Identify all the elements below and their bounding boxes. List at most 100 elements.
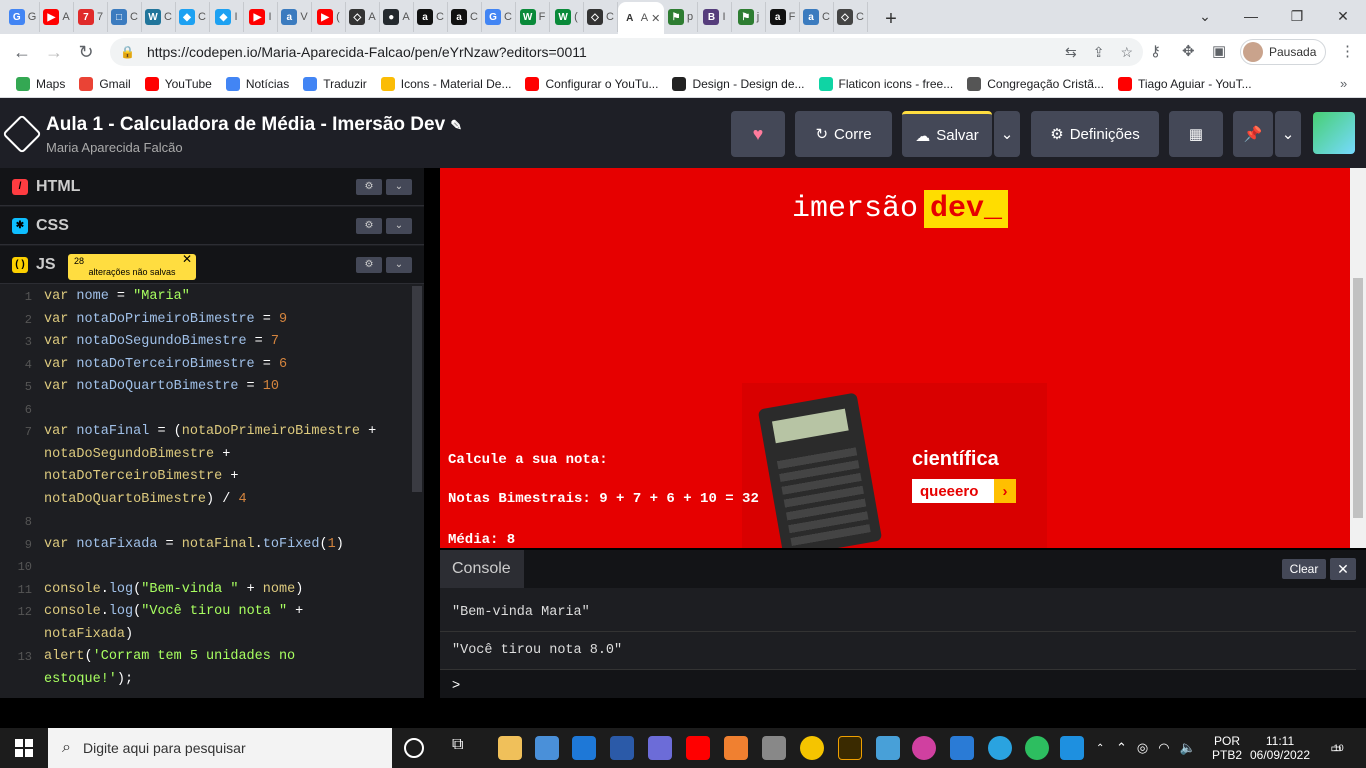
- browser-tab[interactable]: aC: [448, 2, 482, 32]
- chrome-profile-icon[interactable]: [800, 736, 824, 760]
- mail-icon[interactable]: [572, 736, 596, 760]
- js-settings-gear-icon[interactable]: ⚙: [356, 256, 382, 273]
- reload-icon[interactable]: ↻: [70, 36, 102, 68]
- browser-tab[interactable]: A A ✕: [618, 2, 664, 34]
- browser-tab[interactable]: ◇ A: [346, 2, 380, 32]
- tray-sync-icon[interactable]: ◎: [1137, 740, 1148, 756]
- language-indicator[interactable]: POR PTB2: [1212, 728, 1242, 768]
- settings-button[interactable]: ⚙ Definições: [1031, 111, 1159, 157]
- browser-tab[interactable]: aV: [278, 2, 312, 32]
- browser-tab[interactable]: ◇ C: [834, 2, 868, 32]
- menu-kebab-icon[interactable]: ⋮: [1340, 42, 1355, 60]
- browser-tab[interactable]: ◆ I: [210, 2, 244, 32]
- js-collapse-chevron-icon[interactable]: ⌄: [386, 256, 412, 273]
- url-text[interactable]: https://codepen.io/Maria-Aparecida-Falca…: [147, 44, 587, 60]
- paint-icon[interactable]: [648, 736, 672, 760]
- fs-icon[interactable]: [838, 736, 862, 760]
- browser-tab[interactable]: ◇ C: [584, 2, 618, 32]
- bookmark-star-icon[interactable]: ☆: [1120, 44, 1133, 61]
- bookmark-item[interactable]: Flaticon icons - free...: [818, 76, 953, 91]
- love-button[interactable]: ♥: [731, 111, 785, 157]
- browser-tab[interactable]: BI: [698, 2, 732, 32]
- js-panel-header[interactable]: ( ) JS ⚙ ⌄: [0, 246, 424, 284]
- html-settings-gear-icon[interactable]: ⚙: [356, 178, 382, 195]
- taskbar-search[interactable]: ⌕ Digite aqui para pesquisar: [48, 728, 392, 768]
- telegram-icon[interactable]: [988, 736, 1012, 760]
- browser-tab[interactable]: ▶ I: [244, 2, 278, 32]
- css-collapse-chevron-icon[interactable]: ⌄: [386, 217, 412, 234]
- ad-button[interactable]: queeero ›: [912, 479, 1016, 503]
- evernote-icon[interactable]: [1025, 736, 1049, 760]
- translate-icon[interactable]: ⇆: [1065, 44, 1077, 61]
- browser-tab[interactable]: ⚑ p: [664, 2, 698, 32]
- bookmark-item[interactable]: Tiago Aguiar - YouT...: [1117, 76, 1252, 91]
- layout-button[interactable]: ▦: [1169, 111, 1223, 157]
- codepen-logo-icon[interactable]: [2, 114, 42, 154]
- bookmark-item[interactable]: Icons - Material De...: [380, 76, 511, 91]
- editor-scrollbar[interactable]: [412, 286, 422, 492]
- html-collapse-chevron-icon[interactable]: ⌄: [386, 178, 412, 195]
- user-avatar[interactable]: [1313, 112, 1355, 154]
- save-button[interactable]: ☁ Salvar: [902, 111, 992, 157]
- share-icon[interactable]: ⇪: [1093, 44, 1105, 61]
- github-desktop-icon[interactable]: [610, 736, 634, 760]
- css-settings-gear-icon[interactable]: ⚙: [356, 217, 382, 234]
- bookmark-item[interactable]: Design - Design de...: [672, 76, 805, 91]
- edit-pencil-icon[interactable]: ✎: [450, 117, 462, 133]
- youtube-icon[interactable]: [686, 736, 710, 760]
- browser-tab[interactable]: ⚑ j: [732, 2, 766, 32]
- close-console-icon[interactable]: ✕: [1330, 558, 1356, 580]
- bookmark-item[interactable]: YouTube: [144, 76, 212, 91]
- back-icon[interactable]: ←: [6, 36, 38, 68]
- clear-button[interactable]: Clear: [1282, 559, 1326, 579]
- new-tab-icon[interactable]: +: [876, 4, 906, 34]
- browser-tab[interactable]: GG: [6, 2, 40, 32]
- browser-tab[interactable]: 77: [74, 2, 108, 32]
- pin-button[interactable]: 📌: [1233, 111, 1273, 157]
- omnibox[interactable]: 🔒 https://codepen.io/Maria-Aparecida-Fal…: [110, 38, 1143, 66]
- preview-scrollbar[interactable]: [1350, 168, 1366, 548]
- volume-icon[interactable]: 🔈: [1180, 740, 1196, 756]
- network-app-icon[interactable]: [950, 736, 974, 760]
- notifications-icon[interactable]: ▭ 10: [1322, 728, 1352, 768]
- browser-tab[interactable]: ● A: [380, 2, 414, 32]
- browser-tab[interactable]: W(: [550, 2, 584, 32]
- bookmark-item[interactable]: Notícias: [225, 76, 289, 91]
- close-tab-icon[interactable]: ✕: [651, 12, 660, 25]
- minimize-button[interactable]: —: [1228, 0, 1274, 32]
- bookmark-item[interactable]: Configurar o YouTu...: [525, 76, 658, 91]
- html-panel-header[interactable]: / HTML ⚙ ⌄: [0, 168, 424, 206]
- tab-search-icon[interactable]: ⌄: [1182, 0, 1228, 32]
- key-icon[interactable]: ⚷: [1150, 42, 1161, 60]
- restore-button[interactable]: ❐: [1274, 0, 1320, 32]
- vscode-icon[interactable]: [1060, 736, 1084, 760]
- console-tab[interactable]: Console: [440, 550, 524, 588]
- pin-options-chevron-icon[interactable]: ⌄: [1275, 111, 1301, 157]
- console-input[interactable]: >: [440, 670, 1366, 698]
- close-window-button[interactable]: ✕: [1320, 0, 1366, 32]
- browser-tab[interactable]: aC: [800, 2, 834, 32]
- forward-icon[interactable]: →: [38, 36, 70, 68]
- cube-icon[interactable]: [876, 736, 900, 760]
- pen-title[interactable]: Aula 1 - Calculadora de Média - Imersão …: [46, 114, 462, 136]
- bookmark-item[interactable]: Gmail: [79, 76, 131, 91]
- browser-tab[interactable]: aF: [766, 2, 800, 32]
- browser-tab[interactable]: WF: [516, 2, 550, 32]
- xampp-icon[interactable]: [724, 736, 748, 760]
- file-explorer-icon[interactable]: [498, 736, 522, 760]
- bookmark-item[interactable]: Traduzir: [303, 76, 367, 91]
- tray-up-icon[interactable]: ⌃: [1116, 740, 1127, 756]
- tray-scroll-icon[interactable]: ⌃: [1096, 728, 1110, 768]
- pen-author[interactable]: Maria Aparecida Falcão: [46, 140, 183, 155]
- more-bookmarks-icon[interactable]: »: [1340, 76, 1347, 91]
- windows-start-icon[interactable]: [0, 728, 48, 768]
- bookmark-item[interactable]: Maps: [16, 76, 65, 91]
- browser-tab[interactable]: GC: [482, 2, 516, 32]
- sidepanel-icon[interactable]: ▣: [1212, 42, 1226, 60]
- browser-tab[interactable]: □ C: [108, 2, 142, 32]
- clock[interactable]: 11:11 06/09/2022: [1248, 728, 1312, 768]
- task-view-icon[interactable]: ⧉: [452, 736, 476, 760]
- store-icon[interactable]: [535, 736, 559, 760]
- cortana-icon[interactable]: [404, 738, 424, 758]
- run-button[interactable]: ↻ Corre: [795, 111, 892, 157]
